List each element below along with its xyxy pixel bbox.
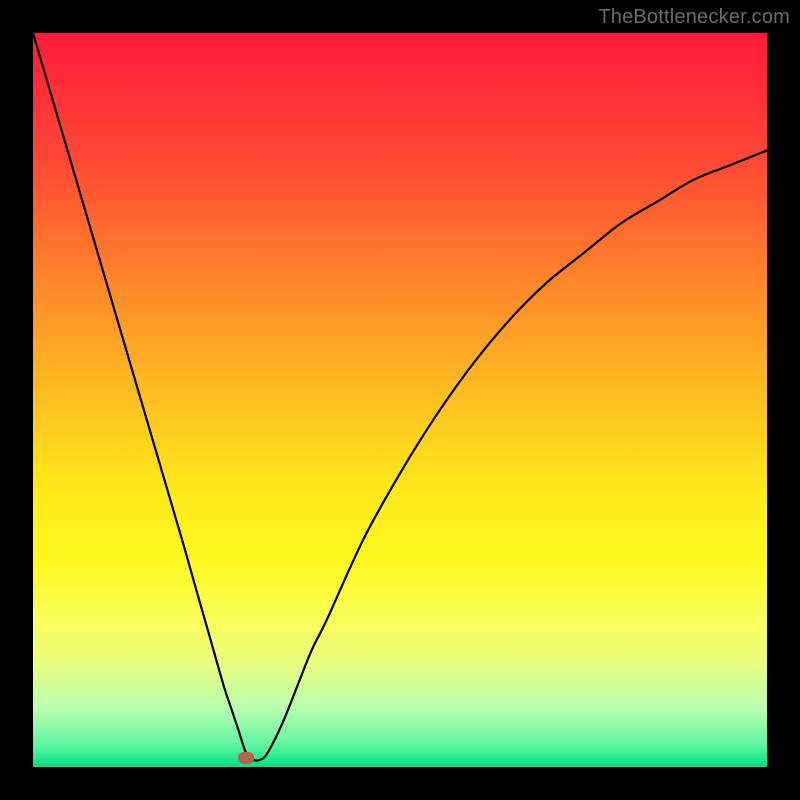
chart-frame: TheBottlenecker.com	[0, 0, 800, 800]
attribution-text: TheBottlenecker.com	[598, 6, 790, 29]
optimum-marker	[238, 752, 254, 764]
plot-area	[33, 33, 767, 767]
